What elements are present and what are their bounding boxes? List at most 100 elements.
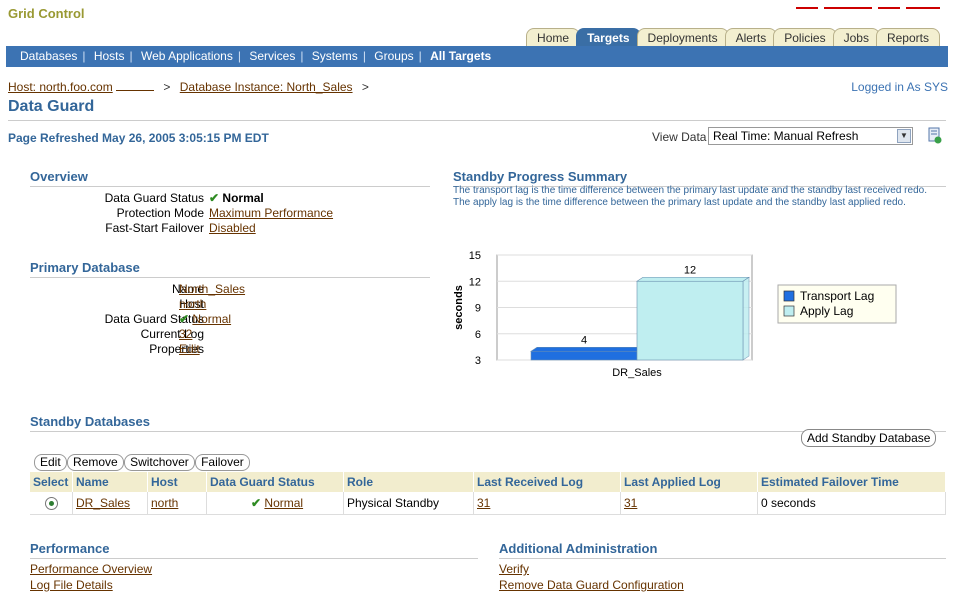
tab-reports[interactable]: Reports xyxy=(875,28,940,48)
properties-edit-link[interactable]: Edit xyxy=(179,342,200,357)
standby-table: Select Name Host Data Guard Status Role … xyxy=(30,472,946,516)
primary-status-link[interactable]: Normal xyxy=(192,312,231,326)
bar-top-apply-lag xyxy=(636,276,750,282)
col-last-received-log: Last Received Log xyxy=(473,472,621,492)
primary-status: ✔ Normal xyxy=(179,312,231,327)
check-icon: ✔ xyxy=(179,312,190,326)
tab-home[interactable]: Home xyxy=(526,28,581,48)
performance-heading: Performance xyxy=(30,541,110,556)
title-divider xyxy=(8,120,946,121)
subnav-web-applications[interactable]: Web Applications xyxy=(141,49,233,63)
subnav-systems[interactable]: Systems xyxy=(312,49,358,63)
standby-progress-chart: 3 6 9 12 15 seconds 4 12 DR_Sales Transport LagAp… xyxy=(453,250,897,379)
y-tick-label: 15 xyxy=(469,250,481,262)
breadcrumb-host[interactable]: Host: north.foo.com xyxy=(8,80,113,94)
switchover-button[interactable]: Switchover xyxy=(124,454,195,471)
performance-overview-link[interactable]: Performance Overview xyxy=(30,562,152,576)
global-link-4[interactable] xyxy=(906,6,940,9)
select-radio[interactable] xyxy=(44,497,58,511)
y-tick-label: 12 xyxy=(469,276,481,288)
breadcrumb: Host: north.foo.com > Database Instance:… xyxy=(8,80,369,94)
standby-name-link[interactable]: DR_Sales xyxy=(76,496,130,510)
bar-apply-lag xyxy=(636,280,744,361)
global-links xyxy=(796,0,940,9)
view-data-label: View Data xyxy=(652,130,707,144)
primary-section: Name North_Sales Host north Data Guard S… xyxy=(104,282,246,357)
global-link-2[interactable] xyxy=(824,6,872,9)
bar-top-transport-lag xyxy=(530,346,644,352)
overview-section: Data Guard Status ✔ Normal Protection Mo… xyxy=(104,191,334,236)
primary-name-link[interactable]: North_Sales xyxy=(179,282,245,297)
failover-button[interactable]: Failover xyxy=(195,454,250,471)
tab-targets[interactable]: Targets xyxy=(576,28,641,48)
subnav-bar: Databases | Hosts | Web Applications | Serv… xyxy=(6,46,948,67)
protection-mode-link[interactable]: Maximum Performance xyxy=(209,206,333,221)
main-tabs: Home Targets Deployments Alerts Policies… xyxy=(526,28,940,48)
chevron-down-icon: ▼ xyxy=(897,129,911,143)
legend-label: Transport Lag xyxy=(800,289,874,303)
remove-button[interactable]: Remove xyxy=(67,454,124,471)
estimated-failover-time: 0 seconds xyxy=(757,492,946,516)
additional-admin-heading: Additional Administration xyxy=(499,541,658,556)
logged-in-status: Logged in As SYS xyxy=(851,80,948,94)
add-standby-database-button[interactable]: Add Standby Database xyxy=(801,429,937,447)
primary-host-link[interactable]: north xyxy=(179,297,206,312)
fast-start-failover-link[interactable]: Disabled xyxy=(209,221,256,236)
page-title: Data Guard xyxy=(8,98,95,115)
col-name: Name xyxy=(72,472,148,492)
standby-databases-heading: Standby Databases xyxy=(30,414,150,429)
log-file-details-link[interactable]: Log File Details xyxy=(30,578,113,592)
col-last-applied-log: Last Applied Log xyxy=(620,472,758,492)
col-data-guard-status: Data Guard Status xyxy=(206,472,344,492)
col-select: Select xyxy=(30,472,73,492)
current-log-link[interactable]: 32 xyxy=(179,327,192,342)
overview-status: ✔ Normal xyxy=(209,191,264,205)
standby-role: Physical Standby xyxy=(343,492,474,516)
subnav-services[interactable]: Services xyxy=(249,49,295,63)
subnav-groups[interactable]: Groups xyxy=(374,49,413,63)
subnav-databases[interactable]: Databases xyxy=(20,49,77,63)
table-row: DR_Sales north ✔ Normal Physical Standby… xyxy=(30,492,946,516)
y-axis-label: seconds xyxy=(453,285,465,330)
last-received-log-link[interactable]: 31 xyxy=(477,496,490,510)
tab-policies[interactable]: Policies xyxy=(773,28,837,48)
view-data-select[interactable]: Real Time: Manual Refresh ▼ xyxy=(708,127,913,145)
subnav-all-targets[interactable]: All Targets xyxy=(430,49,491,63)
tab-deployments[interactable]: Deployments xyxy=(636,28,729,48)
admin-divider xyxy=(499,558,946,559)
tab-jobs[interactable]: Jobs xyxy=(832,28,880,48)
legend-swatch xyxy=(783,290,795,302)
bar-side-apply-lag xyxy=(742,276,750,361)
legend-label: Apply Lag xyxy=(800,304,853,318)
breadcrumb-instance[interactable]: Database Instance: North_Sales xyxy=(180,80,353,94)
overview-heading: Overview xyxy=(30,169,88,184)
standby-summary-description: The transport lag is the time difference… xyxy=(453,185,927,208)
col-host: Host xyxy=(147,472,207,492)
data-label: 4 xyxy=(581,334,587,346)
data-label: 12 xyxy=(684,264,696,276)
col-estimated-failover-time: Estimated Failover Time xyxy=(757,472,946,492)
verify-link[interactable]: Verify xyxy=(499,562,529,576)
global-link-1[interactable] xyxy=(796,6,818,9)
y-tick-label: 6 xyxy=(475,329,481,341)
primary-divider xyxy=(30,277,430,278)
edit-button[interactable]: Edit xyxy=(34,454,67,471)
legend-swatch xyxy=(783,305,795,317)
page-refreshed: Page Refreshed May 26, 2005 3:05:15 PM E… xyxy=(8,131,269,145)
col-role: Role xyxy=(343,472,474,492)
tab-alerts[interactable]: Alerts xyxy=(724,28,778,48)
app-brand: Grid Control xyxy=(8,6,85,21)
subnav-hosts[interactable]: Hosts xyxy=(94,49,125,63)
last-applied-log-link[interactable]: 31 xyxy=(624,496,637,510)
remove-data-guard-config-link[interactable]: Remove Data Guard Configuration xyxy=(499,578,684,592)
check-icon: ✔ xyxy=(251,496,262,511)
standby-host-link[interactable]: north xyxy=(151,496,178,510)
global-link-3[interactable] xyxy=(878,6,900,9)
standby-action-bar: Edit Remove Switchover Failover xyxy=(34,454,250,471)
overview-divider xyxy=(30,186,430,187)
bar-transport-lag xyxy=(530,350,638,361)
y-tick-label: 9 xyxy=(475,303,481,315)
performance-divider xyxy=(30,558,478,559)
standby-status-link[interactable]: Normal xyxy=(264,496,303,510)
refresh-page-icon[interactable] xyxy=(928,127,942,145)
